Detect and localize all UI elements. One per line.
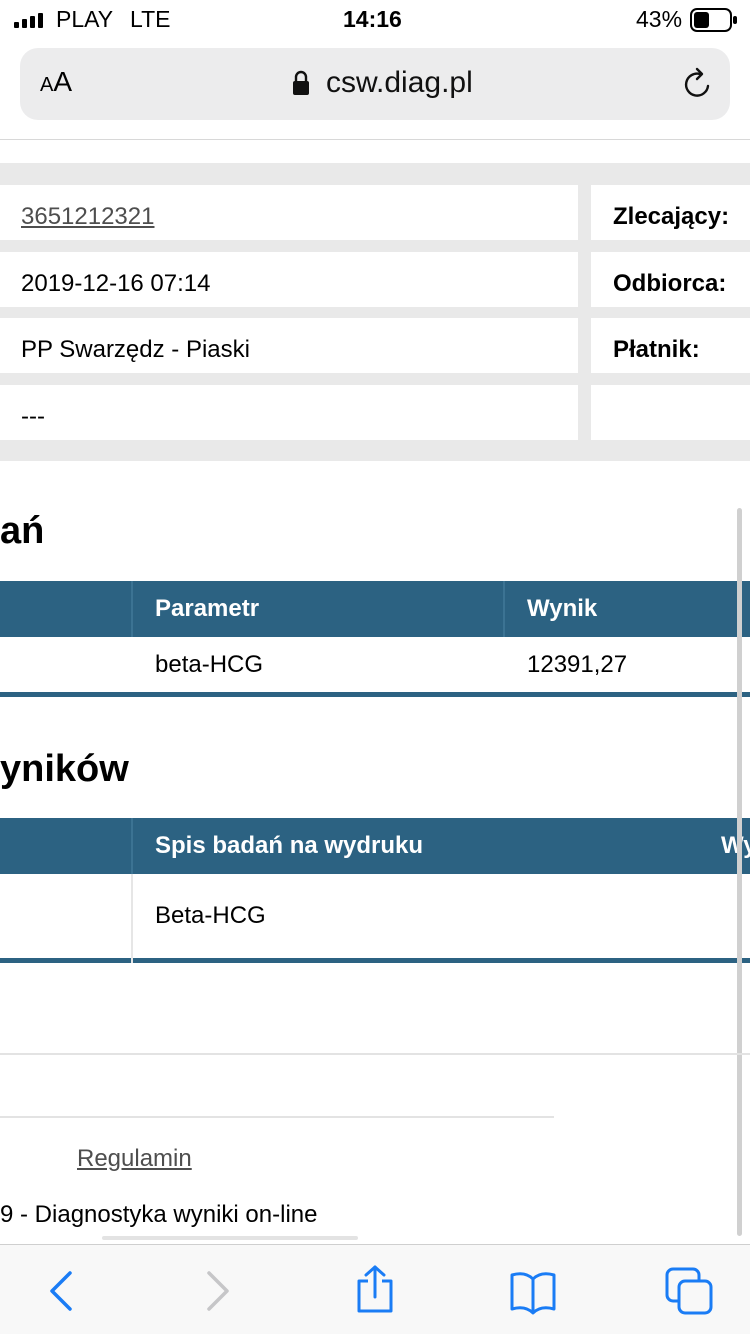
order-date: 2019-12-16 07:14 xyxy=(21,270,211,297)
payer-label: Płatnik: xyxy=(613,336,700,363)
parameter-name: beta-HCG xyxy=(155,651,264,678)
share-icon[interactable] xyxy=(351,1265,399,1313)
ordering-label: Zlecający: xyxy=(613,203,730,230)
result-value: 12391,27 xyxy=(527,651,628,678)
table-row: Beta-HCG xyxy=(0,874,750,958)
back-icon[interactable] xyxy=(38,1267,86,1315)
footer-divider xyxy=(0,1116,554,1118)
order-number-link[interactable]: 3651212321 xyxy=(21,203,154,231)
terms-link[interactable]: Regulamin xyxy=(77,1145,192,1173)
url-text[interactable]: csw.diag.pl xyxy=(326,66,473,100)
collection-point: PP Swarzędz - Piaski xyxy=(21,336,250,363)
printed-test-name: Beta-HCG xyxy=(155,902,266,929)
network-label: LTE xyxy=(130,6,171,32)
table-row: beta-HCG 12391,27 xyxy=(0,637,750,692)
scrollbar[interactable] xyxy=(737,508,742,1236)
battery-icon xyxy=(690,8,737,32)
address-bar[interactable]: AA csw.diag.pl xyxy=(20,48,730,120)
label-cell: Zlecający: xyxy=(591,185,750,240)
column-header-result: Wynik xyxy=(527,595,598,622)
tabs-icon[interactable] xyxy=(665,1267,713,1315)
column-divider xyxy=(503,581,505,637)
order-info-table: 3651212321 Zlecający: 2019-12-16 07:14 O… xyxy=(0,163,750,461)
column-header-truncated: Wy xyxy=(721,832,750,859)
text-size-button[interactable]: AA xyxy=(40,66,72,98)
column-header-parameter: Parametr xyxy=(155,595,260,622)
header-divider xyxy=(0,139,750,140)
battery-percent: 43% xyxy=(636,6,683,32)
column-divider xyxy=(131,581,133,637)
bookmarks-icon[interactable] xyxy=(509,1267,557,1315)
label-cell xyxy=(591,385,750,440)
date-cell: 2019-12-16 07:14 xyxy=(0,252,578,307)
browser-toolbar xyxy=(0,1244,750,1334)
empty-value-cell: --- xyxy=(0,385,578,440)
table-bottom-border xyxy=(0,958,750,963)
carrier-label: PLAY xyxy=(56,6,114,32)
status-bar: PLAY LTE 14:16 43% xyxy=(0,0,750,40)
column-divider xyxy=(131,818,133,874)
column-header-tests: Spis badań na wydruku xyxy=(155,832,424,859)
signal-icon xyxy=(14,13,43,28)
clock: 14:16 xyxy=(343,6,402,32)
lock-icon xyxy=(293,70,309,95)
table-bottom-border xyxy=(0,692,750,697)
prints-heading: yników xyxy=(0,748,129,790)
recipient-label: Odbiorca: xyxy=(613,270,727,297)
label-cell: Płatnik: xyxy=(591,318,750,373)
results-heading: ań xyxy=(0,510,45,552)
location-cell: PP Swarzędz - Piaski xyxy=(0,318,578,373)
prints-table-header: Spis badań na wydruku Wy xyxy=(0,818,750,874)
copyright-text: 9 - Diagnostyka wyniki on-line xyxy=(0,1201,318,1228)
horizontal-scroll-indicator xyxy=(102,1236,358,1240)
reload-icon[interactable] xyxy=(680,66,716,102)
label-cell: Odbiorca: xyxy=(591,252,750,307)
forward-icon[interactable] xyxy=(193,1267,241,1315)
results-table-header: Parametr Wynik xyxy=(0,581,750,637)
footer-divider xyxy=(0,1053,750,1055)
column-divider xyxy=(131,874,133,963)
empty-value: --- xyxy=(21,403,45,430)
order-number-cell[interactable]: 3651212321 xyxy=(0,185,578,240)
